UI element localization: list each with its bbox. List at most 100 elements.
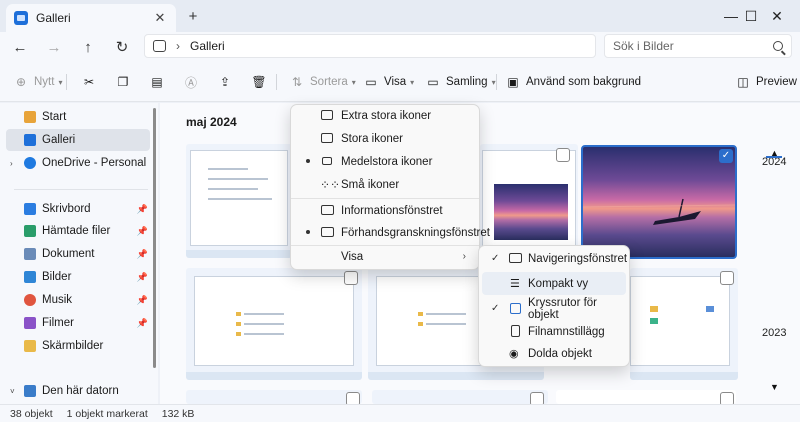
forward-button[interactable]: → (42, 35, 66, 59)
screenshot-window (194, 276, 354, 366)
details-pane-icon (321, 205, 334, 215)
preview-button[interactable]: ◫ Preview (736, 70, 797, 94)
timeline-position-marker (766, 156, 782, 158)
sidebar-scrollbar[interactable] (153, 108, 156, 368)
menu-item-extra-large-icons[interactable]: Extra stora ikoner (294, 104, 476, 127)
new-button[interactable]: ⊕ Nytt ▾ (14, 70, 63, 94)
menu-item-details-pane[interactable]: Informationsfönstret (294, 199, 476, 222)
timeline-year-2023[interactable]: 2023 (762, 327, 786, 339)
music-icon (24, 294, 36, 306)
view-icon: ▭ (365, 75, 377, 89)
checkmark-icon: ✓ (491, 303, 500, 314)
back-button[interactable]: ← (8, 35, 32, 59)
close-window-button[interactable]: ✕ (754, 0, 800, 32)
gallery-thumbnail-selected[interactable] (581, 145, 737, 259)
chevron-down-icon: ▾ (58, 77, 63, 87)
breadcrumb-galleri[interactable]: Galleri (190, 39, 225, 53)
preview-pane-icon (321, 227, 334, 237)
sidebar-item-filmer[interactable]: Filmer 📌 (6, 312, 150, 334)
address-bar[interactable]: › Galleri (144, 34, 596, 58)
sidebar-item-galleri[interactable]: Galleri (6, 129, 150, 151)
sort-icon: ⇅ (291, 75, 303, 89)
menu-item-medium-icons[interactable]: Medelstora ikoner (294, 150, 476, 173)
search-icon[interactable] (773, 41, 783, 51)
menu-item-large-icons[interactable]: Stora ikoner (294, 127, 476, 150)
folder-icon (650, 306, 658, 312)
menu-item-small-icons[interactable]: ⁘⁘ Små ikoner (294, 173, 476, 196)
copy-button[interactable]: ❐ (116, 70, 136, 94)
submenu-item-hidden-items[interactable]: ◉ Dolda objekt (482, 342, 626, 365)
sidebar-item-label: Dokument (42, 248, 95, 260)
sidebar-item-skarmbilder[interactable]: Skärmbilder (6, 335, 150, 357)
sidebar-item-bilder[interactable]: Bilder 📌 (6, 266, 150, 288)
video-icon (24, 317, 36, 329)
chevron-right-icon[interactable]: › (10, 159, 13, 168)
menu-item-preview-pane[interactable]: Förhandsgranskningsfönstret (294, 221, 490, 244)
delete-button[interactable]: 🗑 (251, 70, 272, 94)
pin-icon: 📌 (136, 317, 148, 328)
submenu-item-item-checkboxes[interactable]: ✓ Kryssrutor för objekt (482, 297, 626, 321)
pictures-icon (24, 271, 36, 283)
menu-item-show[interactable]: Visa › (294, 245, 476, 268)
item-checkbox[interactable] (556, 148, 570, 162)
menu-item-label: Förhandsgranskningsfönstret (341, 226, 490, 239)
chevron-down-icon[interactable]: ˅ (10, 387, 15, 396)
screenshot-taskbar (630, 372, 738, 380)
collection-button[interactable]: ▭ Samling ▾ (426, 70, 495, 94)
folder-icon (236, 312, 241, 316)
gallery-thumbnail[interactable] (186, 268, 362, 380)
menu-item-label: Visa (341, 250, 364, 263)
toolbar-divider (496, 74, 497, 90)
cut-button[interactable]: ✂ (82, 70, 102, 94)
new-tab-button[interactable]: + (184, 8, 202, 26)
item-checkbox[interactable] (720, 271, 734, 285)
rename-button[interactable]: Ⓐ (184, 70, 204, 94)
submenu-item-compact-view[interactable]: ☰ Kompakt vy (482, 272, 626, 295)
sort-button[interactable]: ⇅ Sortera ▾ (290, 70, 356, 94)
sort-label: Sortera (310, 76, 348, 88)
up-button[interactable]: ↑ (76, 35, 100, 59)
tab-close-icon[interactable]: ✕ (152, 10, 168, 26)
selected-checkbox[interactable]: ✓ (719, 149, 733, 163)
sidebar-item-skrivbord[interactable]: Skrivbord 📌 (6, 198, 150, 220)
gallery-icon (24, 134, 36, 146)
view-button[interactable]: ▭ Visa ▾ (364, 70, 414, 94)
folder-icon (418, 322, 423, 326)
compact-view-icon: ☰ (510, 278, 520, 290)
set-background-label: Använd som bakgrund (526, 76, 642, 88)
gallery-thumbnail[interactable] (186, 390, 362, 404)
pin-icon: 📌 (136, 248, 148, 259)
sidebar-item-label: Hämtade filer (42, 225, 111, 237)
gallery-thumbnail[interactable] (556, 390, 736, 404)
gallery-thumbnail[interactable] (186, 144, 292, 258)
cut-icon: ✂ (83, 75, 95, 89)
wallpaper-icon: ▣ (507, 75, 519, 89)
gallery-thumbnail[interactable] (372, 390, 548, 404)
item-checkbox[interactable] (344, 271, 358, 285)
search-input[interactable]: Sök i Bilder (604, 34, 792, 58)
more-options-button[interactable]: ··· (630, 70, 642, 94)
pin-icon: 📌 (136, 294, 148, 305)
screenshot-taskbar (186, 250, 292, 258)
submenu-item-navigation-pane[interactable]: ✓ Navigeringsfönstret (482, 247, 627, 270)
sidebar-item-dokument[interactable]: Dokument 📌 (6, 243, 150, 265)
sidebar-item-start[interactable]: Start (6, 106, 150, 128)
sidebar-item-label: Start (42, 111, 67, 123)
desktop-icon (24, 203, 36, 215)
more-icon: ··· (630, 76, 642, 88)
sidebar-item-hamtade-filer[interactable]: Hämtade filer 📌 (6, 220, 150, 242)
preview-icon: ◫ (737, 75, 749, 89)
paste-button[interactable]: ▤ (150, 70, 170, 94)
pin-icon: 📌 (136, 225, 148, 236)
sidebar-item-den-har-datorn[interactable]: ˅ Den här datorn (6, 380, 150, 402)
toolbar-divider (276, 74, 277, 90)
set-as-background-button[interactable]: ▣ Använd som bakgrund (506, 70, 641, 94)
share-button[interactable]: ⇪ (218, 70, 238, 94)
submenu-item-file-extensions[interactable]: Filnamnstillägg (482, 320, 626, 343)
sidebar-item-onedrive[interactable]: › OneDrive - Personal (6, 152, 150, 174)
tab-galleri[interactable]: Galleri ✕ (6, 4, 176, 32)
document-icon (24, 248, 36, 260)
timeline-down-icon[interactable]: ▼ (770, 382, 779, 392)
sidebar-item-musik[interactable]: Musik 📌 (6, 289, 150, 311)
refresh-button[interactable]: ↻ (110, 35, 134, 59)
